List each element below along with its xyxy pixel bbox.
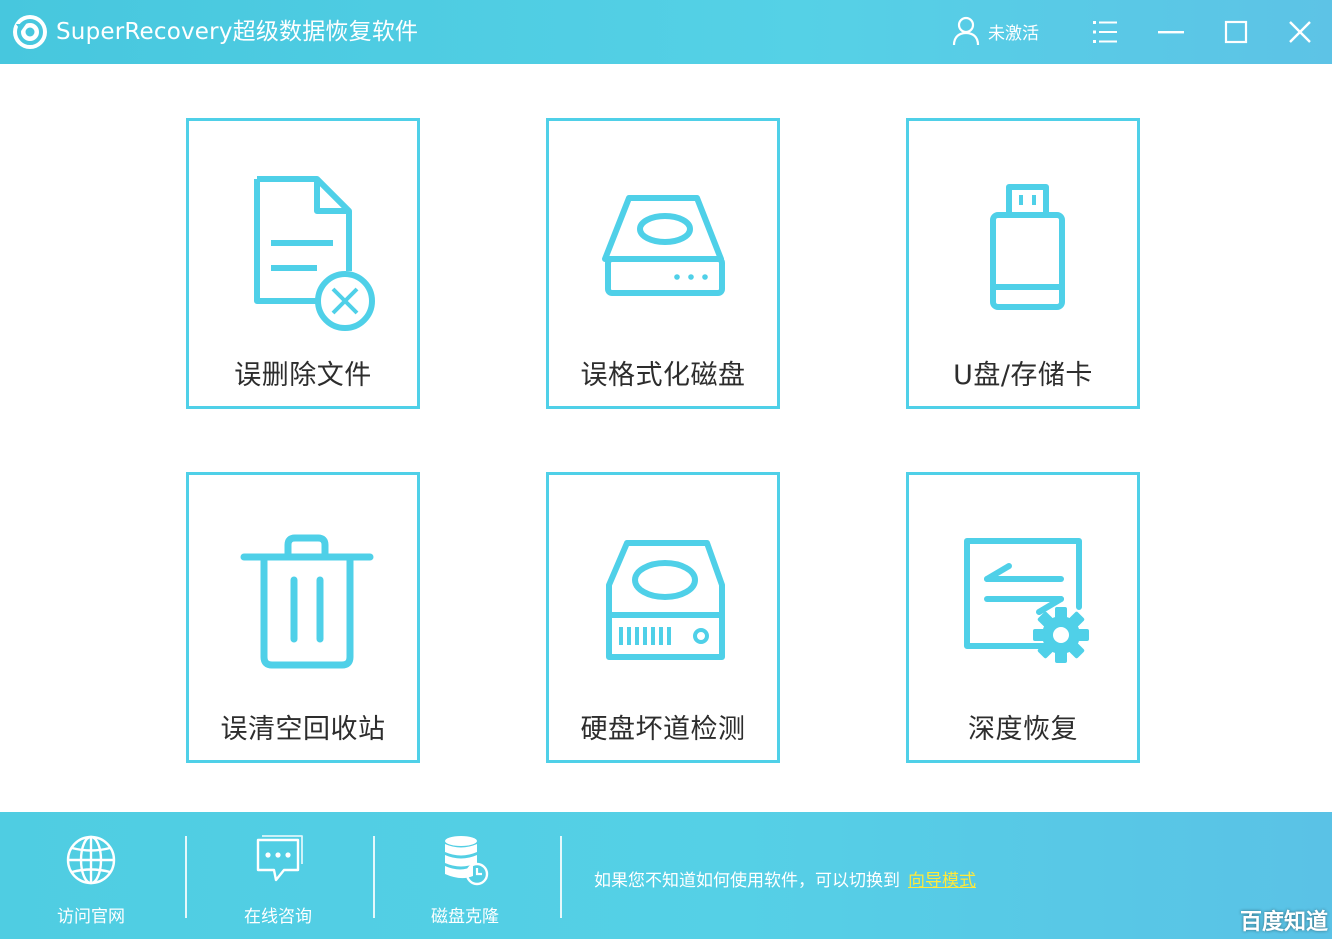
footer-label: 在线咨询 [244,907,312,927]
footer-divider [560,836,562,918]
database-icon [445,836,489,886]
app-title: SuperRecovery超级数据恢复软件 [56,19,419,45]
card-label: 误删除文件 [234,360,372,391]
user-account-button[interactable]: 未激活 [952,14,1039,48]
chat-icon [256,835,303,882]
user-icon [952,16,980,46]
card-label: 误格式化磁盘 [580,360,746,391]
minimize-button[interactable] [1153,14,1189,50]
maximize-button[interactable] [1218,14,1254,50]
disk-check-icon [606,540,725,660]
title-bar: SuperRecovery超级数据恢复软件 未激活 [0,0,1332,64]
user-status-label: 未激活 [988,23,1039,44]
globe-icon [66,835,116,885]
close-button[interactable] [1282,14,1318,50]
card-recycle-bin[interactable]: 误清空回收站 [186,472,420,763]
menu-icon [1093,21,1117,43]
hard-disk-icon [602,195,725,296]
card-label: 误清空回收站 [220,714,386,745]
card-deleted-file[interactable]: 误删除文件 [186,118,420,409]
minimize-icon [1158,31,1184,34]
card-label: U盘/存储卡 [953,360,1093,391]
card-label: 深度恢复 [968,714,1078,745]
trash-bin-icon [240,534,374,669]
wizard-mode-link[interactable]: 向导模式 [908,871,976,891]
visit-website-button[interactable]: 访问官网 [36,832,146,928]
deleted-file-icon [254,176,375,331]
card-formatted-disk[interactable]: 误格式化磁盘 [546,118,780,409]
disk-clone-button[interactable]: 磁盘克隆 [410,832,520,928]
card-deep-recovery[interactable]: 深度恢复 [906,472,1140,763]
footer-label: 访问官网 [57,907,125,927]
online-consult-button[interactable]: 在线咨询 [223,832,333,928]
card-disk-check[interactable]: 硬盘坏道检测 [546,472,780,763]
maximize-icon [1224,20,1248,44]
deep-recovery-icon [964,538,1089,663]
menu-button[interactable] [1087,14,1123,50]
hint-text: 如果您不知道如何使用软件，可以切换到 [594,871,900,891]
footer-bar: 访问官网 在线咨询 磁盘克隆 如果您不知道如何使用软件，可以切换到 向导模式 百… [0,812,1332,939]
footer-divider [185,836,187,918]
mode-hint: 如果您不知道如何使用软件，可以切换到 向导模式 [594,866,976,891]
footer-divider [373,836,375,918]
usb-drive-icon [990,184,1065,310]
logo-icon [13,15,47,49]
close-icon [1289,21,1311,43]
footer-label: 磁盘克隆 [431,907,499,927]
card-usb-drive[interactable]: U盘/存储卡 [906,118,1140,409]
card-label: 硬盘坏道检测 [580,714,746,745]
watermark: 百度知道 [1240,910,1329,935]
